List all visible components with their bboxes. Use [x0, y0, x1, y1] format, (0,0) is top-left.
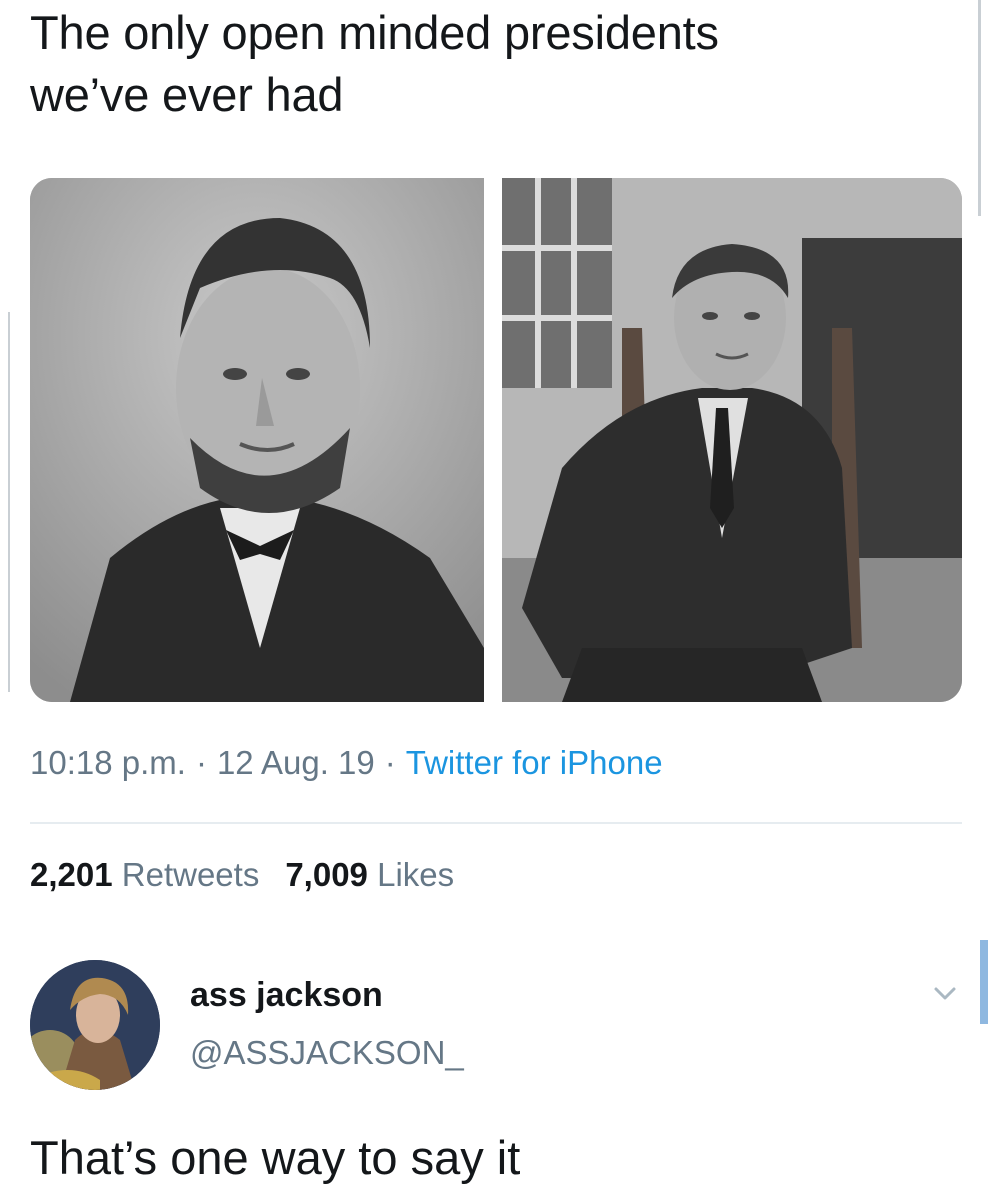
reply-avatar[interactable] — [30, 960, 160, 1090]
tweet-media-grid[interactable] — [30, 178, 962, 702]
meta-separator: · — [195, 744, 207, 781]
tweet-photo-right[interactable] — [502, 178, 962, 702]
avatar-image — [30, 960, 160, 1090]
scrollbar-right[interactable] — [980, 940, 988, 1024]
reply-display-name[interactable]: ass jackson — [190, 976, 383, 1015]
tweet-meta: 10:18 p.m. · 12 Aug. 19 · Twitter for iPhone — [30, 744, 663, 782]
divider — [30, 822, 962, 824]
tweet-text: The only open minded presidents we’ve ev… — [30, 2, 950, 126]
likes-label: Likes — [377, 856, 455, 893]
chevron-down-icon[interactable] — [932, 984, 958, 1004]
portrait-photo-right — [502, 178, 962, 702]
retweets-label: Retweets — [121, 856, 260, 893]
meta-separator: · — [384, 744, 396, 781]
reply-handle[interactable]: @ASSJACKSON_ — [190, 1034, 464, 1072]
retweets-count: 2,201 — [30, 856, 113, 893]
scrollbar-top[interactable] — [978, 0, 981, 216]
scrollbar-left — [8, 312, 10, 692]
tweet-text-line-1: The only open minded presidents — [30, 6, 719, 59]
likes-stat[interactable]: 7,009 Likes — [285, 856, 454, 893]
tweet-source-link[interactable]: Twitter for iPhone — [406, 744, 663, 781]
tweet-stats: 2,201 Retweets 7,009 Likes — [30, 856, 454, 894]
reply-text: That’s one way to say it — [30, 1131, 521, 1184]
tweet-text-line-2: we’ve ever had — [30, 68, 344, 121]
retweets-stat[interactable]: 2,201 Retweets — [30, 856, 259, 893]
tweet-time[interactable]: 10:18 p.m. — [30, 744, 186, 781]
tweet-date[interactable]: 12 Aug. 19 — [217, 744, 375, 781]
tweet-photo-left[interactable] — [30, 178, 484, 702]
likes-count: 7,009 — [285, 856, 368, 893]
portrait-photo-left — [30, 178, 484, 702]
